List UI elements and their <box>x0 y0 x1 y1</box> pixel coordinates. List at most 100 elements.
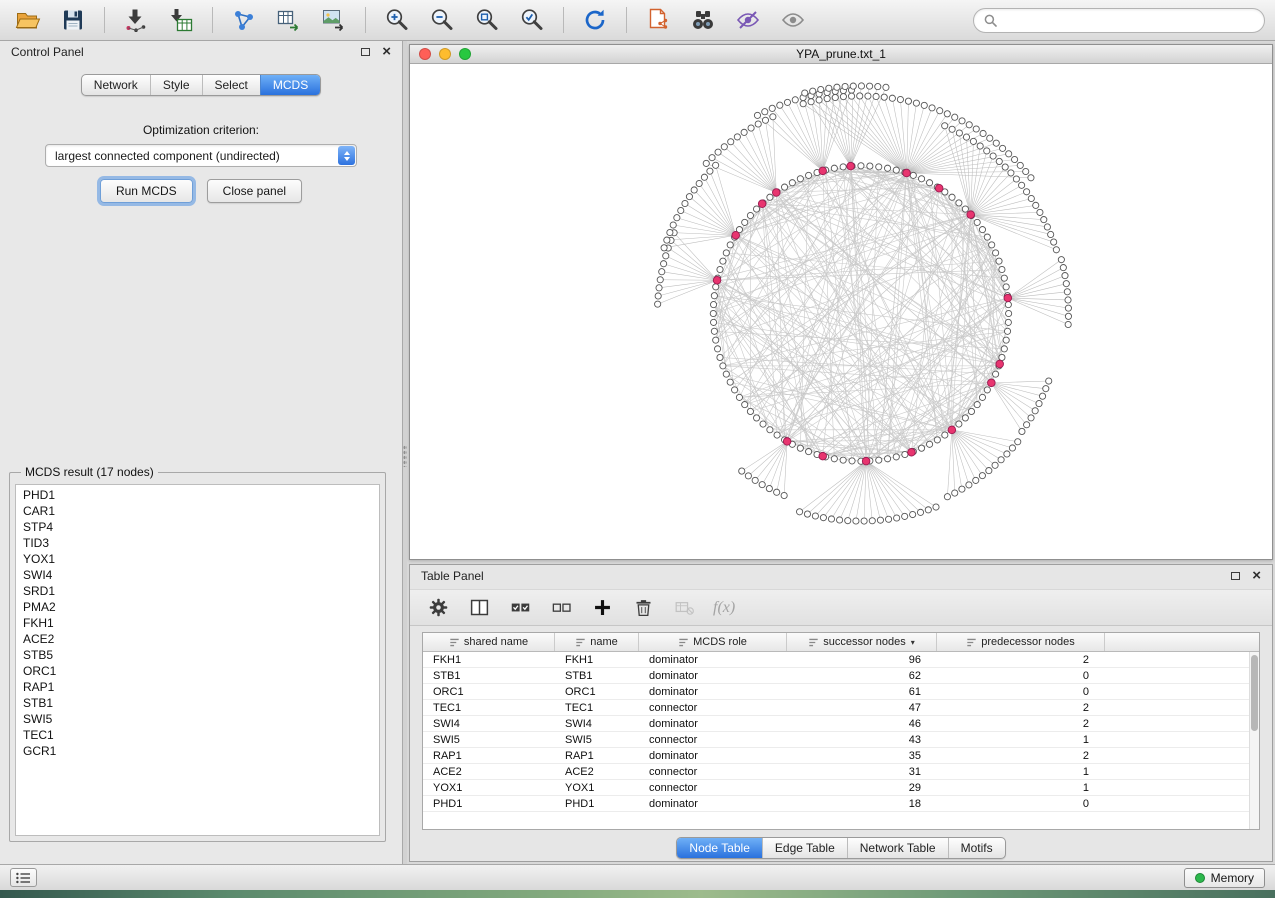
column-header-shared-name[interactable]: shared name <box>423 633 555 651</box>
mcds-result-item[interactable]: SWI4 <box>23 567 379 583</box>
show-graphics-details-button[interactable] <box>775 4 811 36</box>
table-row[interactable]: TEC1TEC1connector472 <box>423 700 1259 716</box>
show-columns-button[interactable] <box>467 596 491 620</box>
clear-selection-button[interactable] <box>549 596 573 620</box>
close-window-icon[interactable] <box>419 48 431 60</box>
zoom-fit-button[interactable] <box>469 4 505 36</box>
table-row[interactable]: ORC1ORC1dominator610 <box>423 684 1259 700</box>
refresh-view-icon <box>582 7 608 33</box>
table-cell: TEC1 <box>555 702 639 714</box>
table-cell: YOX1 <box>423 782 555 794</box>
main-toolbar <box>0 0 1275 41</box>
import-network-button[interactable] <box>118 4 154 36</box>
hide-graphics-details-button[interactable] <box>730 4 766 36</box>
zoom-in-button[interactable] <box>379 4 415 36</box>
table-cell: 29 <box>787 782 937 794</box>
table-row[interactable]: RAP1RAP1dominator352 <box>423 748 1259 764</box>
optimization-criterion-select[interactable]: largest connected component (undirected) <box>45 144 357 167</box>
tab-network[interactable]: Network <box>82 75 150 95</box>
table-cell: PHD1 <box>423 798 555 810</box>
share-document-button[interactable] <box>640 4 676 36</box>
search-input[interactable] <box>1003 13 1254 27</box>
splitter-grip-icon[interactable] <box>403 445 407 467</box>
mcds-result-item[interactable]: YOX1 <box>23 551 379 567</box>
status-bar: Memory <box>0 864 1275 890</box>
zoom-out-button[interactable] <box>424 4 460 36</box>
network-canvas[interactable] <box>410 64 1272 559</box>
table-cell: 61 <box>787 686 937 698</box>
mcds-result-item[interactable]: STB5 <box>23 647 379 663</box>
mcds-result-item[interactable]: SRD1 <box>23 583 379 599</box>
find-network-button[interactable] <box>685 4 721 36</box>
refresh-view-button[interactable] <box>577 4 613 36</box>
close-panel-button[interactable]: Close panel <box>207 179 302 203</box>
export-image-button[interactable] <box>316 4 352 36</box>
tab-mcds[interactable]: MCDS <box>260 75 320 95</box>
import-table-button[interactable] <box>163 4 199 36</box>
search-box[interactable] <box>973 8 1265 33</box>
mcds-result-item[interactable]: RAP1 <box>23 679 379 695</box>
column-header-mcds-role[interactable]: MCDS role <box>639 633 787 651</box>
table-row[interactable]: ACE2ACE2connector311 <box>423 764 1259 780</box>
export-network-button[interactable] <box>226 4 262 36</box>
close-panel-icon[interactable]: × <box>382 47 391 57</box>
tab-motifs[interactable]: Motifs <box>948 838 1005 858</box>
column-header-predecessor-nodes[interactable]: predecessor nodes <box>937 633 1105 651</box>
save-session-button[interactable] <box>55 4 91 36</box>
table-cell: 2 <box>937 702 1105 714</box>
minimize-window-icon[interactable] <box>439 48 451 60</box>
table-toolbar: f(x) <box>410 589 1272 626</box>
mcds-result-item[interactable]: STP4 <box>23 519 379 535</box>
table-row[interactable]: SWI5SWI5connector431 <box>423 732 1259 748</box>
add-row-button[interactable] <box>590 596 614 620</box>
table-row[interactable]: FKH1FKH1dominator962 <box>423 652 1259 668</box>
table-cell: ORC1 <box>423 686 555 698</box>
memory-button[interactable]: Memory <box>1184 868 1265 888</box>
mcds-result-item[interactable]: PHD1 <box>23 487 379 503</box>
network-window-titlebar[interactable]: YPA_prune.txt_1 <box>410 45 1272 64</box>
mcds-result-item[interactable]: CAR1 <box>23 503 379 519</box>
show-panels-button[interactable] <box>10 868 37 887</box>
mcds-result-item[interactable]: ORC1 <box>23 663 379 679</box>
application-window: Control Panel × NetworkStyleSelectMCDS O… <box>0 0 1275 898</box>
mcds-result-item[interactable]: TID3 <box>23 535 379 551</box>
maximize-window-icon[interactable] <box>459 48 471 60</box>
mcds-result-item[interactable]: GCR1 <box>23 743 379 759</box>
tab-node-table[interactable]: Node Table <box>677 838 762 858</box>
tab-style[interactable]: Style <box>150 75 202 95</box>
table-row[interactable]: STB1STB1dominator620 <box>423 668 1259 684</box>
mcds-result-item[interactable]: SWI5 <box>23 711 379 727</box>
mcds-result-item[interactable]: ACE2 <box>23 631 379 647</box>
float-panel-icon[interactable] <box>1231 572 1240 580</box>
table-scrollbar[interactable] <box>1249 652 1259 829</box>
mcds-result-item[interactable]: FKH1 <box>23 615 379 631</box>
close-panel-icon[interactable]: × <box>1252 571 1261 581</box>
control-panel-window-buttons: × <box>361 47 391 57</box>
export-table-button[interactable] <box>271 4 307 36</box>
column-header-name[interactable]: name <box>555 633 639 651</box>
float-panel-icon[interactable] <box>361 48 370 56</box>
table-row[interactable]: PHD1PHD1dominator180 <box>423 796 1259 812</box>
tab-network-table[interactable]: Network Table <box>847 838 948 858</box>
optimization-criterion-value: largest connected component (undirected) <box>55 149 280 163</box>
mcds-result-item[interactable]: TEC1 <box>23 727 379 743</box>
table-row[interactable]: YOX1YOX1connector291 <box>423 780 1259 796</box>
tab-select[interactable]: Select <box>202 75 260 95</box>
column-header-successor-nodes[interactable]: successor nodes▾ <box>787 633 937 651</box>
hide-table-button[interactable] <box>672 596 696 620</box>
zoom-selected-button[interactable] <box>514 4 550 36</box>
table-panel-window-buttons: × <box>1231 571 1261 581</box>
open-session-button[interactable] <box>10 4 46 36</box>
select-all-button[interactable] <box>508 596 532 620</box>
run-mcds-button[interactable]: Run MCDS <box>100 179 193 203</box>
tab-edge-table[interactable]: Edge Table <box>762 838 847 858</box>
table-row[interactable]: SWI4SWI4dominator462 <box>423 716 1259 732</box>
settings-button[interactable] <box>426 596 450 620</box>
scrollbar-thumb[interactable] <box>1251 655 1258 731</box>
mcds-result-item[interactable]: STB1 <box>23 695 379 711</box>
panel-splitter[interactable] <box>403 41 407 864</box>
delete-row-button[interactable] <box>631 596 655 620</box>
mcds-result-item[interactable]: PMA2 <box>23 599 379 615</box>
function-builder-button[interactable]: f(x) <box>713 596 735 620</box>
network-graph[interactable] <box>410 64 1272 559</box>
